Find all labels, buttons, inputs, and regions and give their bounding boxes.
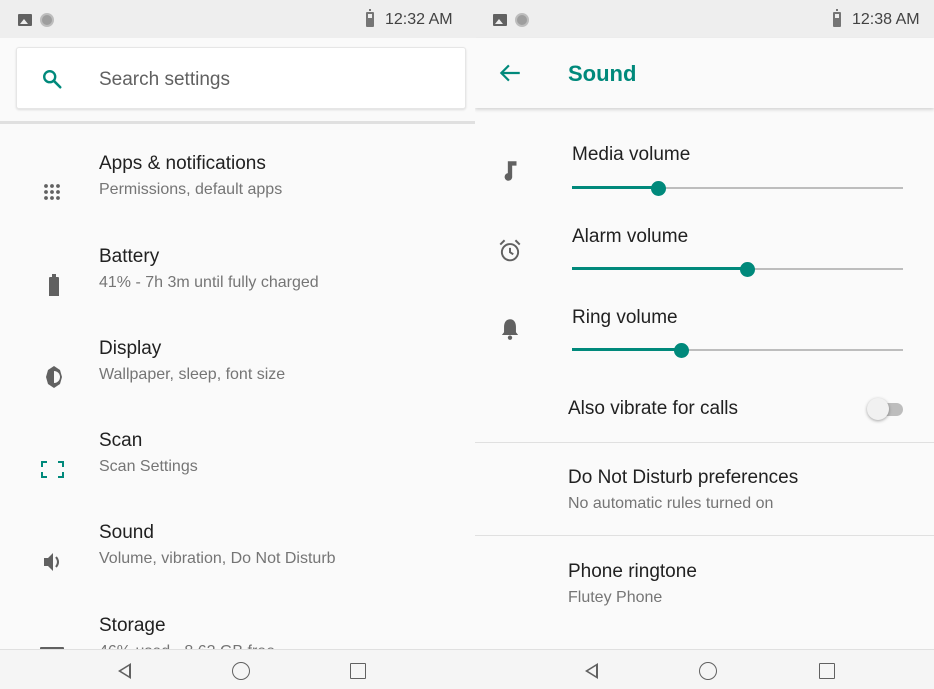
navigation-bar bbox=[475, 649, 934, 689]
status-time: 12:32 AM bbox=[385, 11, 453, 28]
brightness-icon bbox=[46, 366, 62, 388]
status-bar: 12:38 AM bbox=[475, 0, 934, 38]
ring-volume-slider[interactable] bbox=[572, 343, 903, 358]
search-bar[interactable]: Search settings bbox=[16, 47, 466, 109]
media-volume-slider[interactable] bbox=[572, 181, 903, 196]
recents-square-icon bbox=[819, 663, 835, 679]
settings-item-apps[interactable]: Apps & notifications Permissions, defaul… bbox=[0, 153, 475, 245]
music-note-icon bbox=[504, 161, 517, 181]
ringtone-title: Phone ringtone bbox=[568, 561, 697, 582]
ringtone-subtitle: Flutey Phone bbox=[568, 589, 663, 606]
settings-item-title: Storage bbox=[99, 615, 166, 636]
slider-thumb[interactable] bbox=[674, 343, 690, 358]
slider-fill bbox=[572, 267, 748, 270]
back-triangle-icon bbox=[585, 663, 598, 679]
dnd-title: Do Not Disturb preferences bbox=[568, 467, 799, 488]
settings-item-title: Apps & notifications bbox=[99, 153, 266, 174]
dnd-subtitle: No automatic rules turned on bbox=[568, 495, 774, 512]
settings-item-sound[interactable]: Sound Volume, vibration, Do Not Disturb bbox=[0, 522, 475, 614]
slider-thumb[interactable] bbox=[740, 262, 756, 277]
settings-item-battery[interactable]: Battery 41% - 7h 3m until fully charged bbox=[0, 246, 475, 338]
search-icon bbox=[43, 70, 62, 89]
settings-item-display[interactable]: Display Wallpaper, sleep, font size bbox=[0, 338, 475, 430]
circle-notification-icon bbox=[515, 13, 529, 27]
slider-thumb[interactable] bbox=[651, 181, 667, 196]
vibrate-label: Also vibrate for calls bbox=[568, 398, 739, 419]
settings-item-scan[interactable]: Scan Scan Settings bbox=[0, 430, 475, 522]
circle-notification-icon bbox=[40, 13, 54, 27]
recents-square-icon bbox=[350, 663, 366, 679]
search-input[interactable]: Search settings bbox=[99, 69, 230, 91]
navigation-bar bbox=[0, 649, 475, 689]
settings-screen: 12:32 AM Search settings Apps & notifica… bbox=[0, 0, 475, 689]
divider bbox=[475, 535, 934, 536]
recents-nav-button[interactable] bbox=[346, 660, 370, 682]
settings-item-title: Sound bbox=[99, 522, 154, 543]
battery-icon bbox=[49, 274, 59, 296]
scan-icon bbox=[41, 461, 64, 478]
home-nav-button[interactable] bbox=[229, 660, 253, 682]
home-circle-icon bbox=[699, 662, 717, 680]
back-nav-button[interactable] bbox=[580, 660, 604, 682]
app-bar: Sound bbox=[475, 38, 934, 108]
alarm-volume-row: Alarm volume bbox=[475, 226, 934, 306]
sound-settings-screen: 12:38 AM Sound Media volume Alarm volume… bbox=[475, 0, 934, 689]
battery-status-icon bbox=[366, 9, 374, 27]
image-notification-icon bbox=[493, 14, 507, 26]
settings-item-title: Scan bbox=[99, 430, 143, 451]
settings-item-subtitle: Scan Settings bbox=[99, 458, 198, 475]
back-arrow-icon[interactable] bbox=[497, 60, 523, 86]
media-volume-row: Media volume bbox=[475, 144, 934, 224]
settings-item-subtitle: Permissions, default apps bbox=[99, 181, 283, 198]
settings-item-subtitle: Volume, vibration, Do Not Disturb bbox=[99, 550, 336, 567]
back-nav-button[interactable] bbox=[113, 660, 137, 682]
page-title: Sound bbox=[568, 61, 637, 86]
back-triangle-icon bbox=[118, 663, 131, 679]
settings-item-subtitle: Wallpaper, sleep, font size bbox=[99, 366, 286, 383]
alarm-volume-slider[interactable] bbox=[572, 262, 903, 277]
battery-status-icon bbox=[833, 9, 841, 27]
ring-volume-row: Ring volume bbox=[475, 307, 934, 387]
bell-icon bbox=[501, 319, 519, 340]
divider bbox=[475, 442, 934, 443]
home-nav-button[interactable] bbox=[696, 660, 720, 682]
volume-label: Alarm volume bbox=[572, 226, 689, 247]
apps-grid-icon bbox=[44, 184, 60, 200]
status-bar: 12:32 AM bbox=[0, 0, 475, 38]
home-circle-icon bbox=[232, 662, 250, 680]
toggle-thumb bbox=[867, 398, 889, 420]
volume-label: Ring volume bbox=[572, 307, 678, 328]
settings-item-subtitle: 41% - 7h 3m until fully charged bbox=[99, 274, 319, 291]
image-notification-icon bbox=[18, 14, 32, 26]
slider-fill bbox=[572, 186, 659, 189]
slider-fill bbox=[572, 348, 682, 351]
volume-icon bbox=[44, 553, 59, 571]
recents-nav-button[interactable] bbox=[815, 660, 839, 682]
volume-label: Media volume bbox=[572, 144, 691, 165]
settings-item-title: Battery bbox=[99, 246, 160, 267]
dual-screenshot: 12:32 AM Search settings Apps & notifica… bbox=[0, 0, 934, 689]
status-time: 12:38 AM bbox=[852, 11, 920, 28]
vibrate-toggle[interactable] bbox=[867, 397, 909, 421]
divider bbox=[0, 121, 475, 124]
alarm-clock-icon bbox=[499, 239, 521, 262]
settings-item-title: Display bbox=[99, 338, 162, 359]
